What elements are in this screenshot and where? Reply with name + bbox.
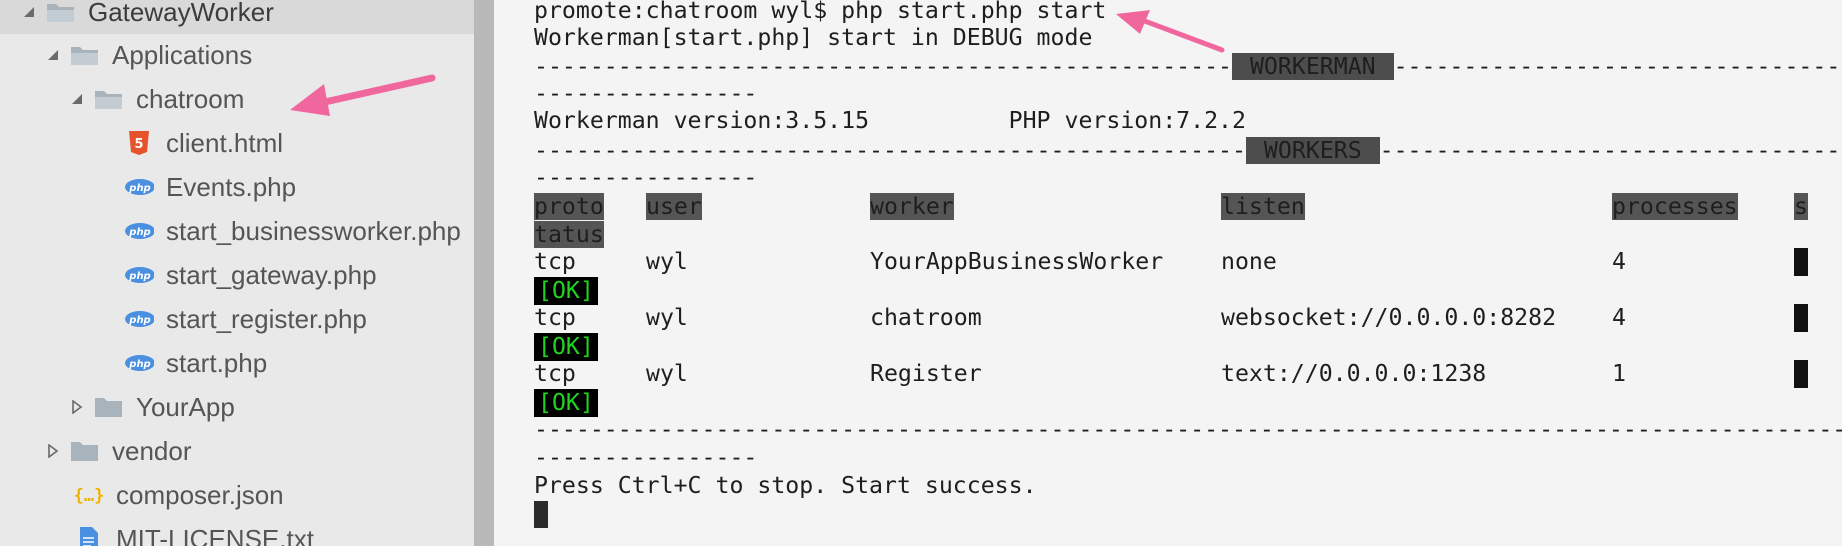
header-user: user xyxy=(646,193,702,220)
wrap-block-cursor xyxy=(1794,360,1808,388)
text-file-icon xyxy=(74,526,104,546)
tree-item-label: client.html xyxy=(166,127,284,158)
row-proto: tcp xyxy=(534,360,576,387)
tree-item-vendor[interactable]: vendor xyxy=(0,429,474,473)
header-status-cont: tatus xyxy=(534,221,604,248)
tree-item-start-businessworker-php[interactable]: php start_businessworker.php xyxy=(0,209,474,253)
folder-open-icon xyxy=(70,42,100,68)
svg-text:5: 5 xyxy=(134,137,143,152)
row-status: [OK] xyxy=(534,277,598,305)
workerman-banner: WORKERMAN xyxy=(1232,53,1394,80)
tree-item-label: MIT-LICENSE.txt xyxy=(116,523,314,546)
row-worker: chatroom xyxy=(870,304,982,331)
row-processes: 4 xyxy=(1612,248,1626,275)
folder-open-icon xyxy=(46,0,76,25)
tree-item-mit-license[interactable]: MIT-LICENSE.txt xyxy=(0,517,474,546)
separator-line: ----------------------------------------… xyxy=(534,416,1842,443)
workers-banner: WORKERS xyxy=(1245,137,1380,164)
row-status: [OK] xyxy=(534,389,598,417)
tree-item-label: chatroom xyxy=(136,83,245,114)
tree-item-start-php[interactable]: php start.php xyxy=(0,341,474,385)
header-listen: listen xyxy=(1221,193,1305,220)
row-status: [OK] xyxy=(534,333,598,361)
tree-item-start-gateway-php[interactable]: php start_gateway.php xyxy=(0,253,474,297)
tree-item-label: Applications xyxy=(112,39,253,70)
folder-icon xyxy=(70,438,100,464)
tree-item-label: GatewayWorker xyxy=(88,0,274,27)
row-user: wyl xyxy=(646,304,688,331)
row-listen: websocket://0.0.0.0:8282 xyxy=(1221,304,1557,331)
php-icon: php xyxy=(124,262,154,288)
tree-item-label: start_gateway.php xyxy=(166,259,377,290)
file-explorer: GatewayWorker Applications chatroom 5 cl… xyxy=(0,0,474,546)
row-user: wyl xyxy=(646,360,688,387)
tree-item-label: Events.php xyxy=(166,171,297,202)
php-icon: php xyxy=(124,350,154,376)
prompt-line: promote:chatroom wyl$ php start.php star… xyxy=(534,0,1107,24)
header-proto: proto xyxy=(534,193,604,220)
tree-item-label: composer.json xyxy=(116,479,284,510)
row-listen: text://0.0.0.0:1238 xyxy=(1221,360,1487,387)
version-line: Workerman version:3.5.15 PHP version:7.2… xyxy=(534,107,1246,134)
row-worker: YourAppBusinessWorker xyxy=(870,248,1164,275)
row-worker: Register xyxy=(870,360,982,387)
annotation-arrow-icon xyxy=(290,74,436,116)
php-icon: php xyxy=(124,218,154,244)
separator-line: ----------------------------------------… xyxy=(534,137,1842,164)
disclosure-expanded-icon[interactable] xyxy=(70,92,84,106)
tree-item-composer-json[interactable]: {…} composer.json xyxy=(0,473,474,517)
mode-line: Workerman[start.php] start in DEBUG mode xyxy=(534,24,1093,51)
svg-text:php: php xyxy=(128,315,150,326)
svg-text:php: php xyxy=(128,359,150,370)
svg-text:php: php xyxy=(128,271,150,282)
separator-line: ---------------- xyxy=(534,444,758,471)
svg-text:php: php xyxy=(128,183,150,194)
disclosure-collapsed-icon[interactable] xyxy=(70,400,84,414)
tree-item-yourapp[interactable]: YourApp xyxy=(0,385,474,429)
php-icon: php xyxy=(124,306,154,332)
separator-line: ---------------- xyxy=(534,80,758,107)
header-worker: worker xyxy=(870,193,954,220)
separator-line: ---------------- xyxy=(534,164,758,191)
row-processes: 4 xyxy=(1612,304,1626,331)
wrap-block-cursor xyxy=(1794,248,1808,276)
php-icon: php xyxy=(124,174,154,200)
tree-item-events-php[interactable]: php Events.php xyxy=(0,165,474,209)
html5-icon: 5 xyxy=(124,130,154,156)
disclosure-expanded-icon[interactable] xyxy=(46,48,60,62)
annotation-arrow-icon xyxy=(1116,10,1225,53)
terminal-output[interactable]: promote:chatroom wyl$ php start.php star… xyxy=(494,0,1842,546)
wrap-block-cursor xyxy=(1794,304,1808,332)
folder-open-icon xyxy=(94,86,124,112)
tree-item-label: vendor xyxy=(112,435,192,466)
row-listen: none xyxy=(1221,248,1277,275)
tree-item-label: start.php xyxy=(166,347,268,378)
success-line: Press Ctrl+C to stop. Start success. xyxy=(534,472,1037,499)
terminal-cursor xyxy=(534,501,548,528)
svg-text:php: php xyxy=(128,227,150,238)
panel-splitter[interactable] xyxy=(474,0,494,546)
tree-item-label: start_businessworker.php xyxy=(166,215,461,246)
header-processes: processes xyxy=(1612,193,1738,220)
row-proto: tcp xyxy=(534,304,576,331)
separator-line: ----------------------------------------… xyxy=(534,53,1842,80)
tree-item-client-html[interactable]: 5 client.html xyxy=(0,121,474,165)
row-processes: 1 xyxy=(1612,360,1626,387)
header-status: s xyxy=(1794,193,1808,220)
row-proto: tcp xyxy=(534,248,576,275)
row-user: wyl xyxy=(646,248,688,275)
tree-item-gatewayworker[interactable]: GatewayWorker xyxy=(0,0,474,34)
json-icon: {…} xyxy=(74,482,104,508)
tree-item-label: YourApp xyxy=(136,391,235,422)
svg-text:{…}: {…} xyxy=(74,486,104,506)
tree-item-label: start_register.php xyxy=(166,303,367,334)
disclosure-collapsed-icon[interactable] xyxy=(46,444,60,458)
disclosure-expanded-icon[interactable] xyxy=(22,5,36,19)
folder-icon xyxy=(94,394,124,420)
tree-item-start-register-php[interactable]: php start_register.php xyxy=(0,297,474,341)
